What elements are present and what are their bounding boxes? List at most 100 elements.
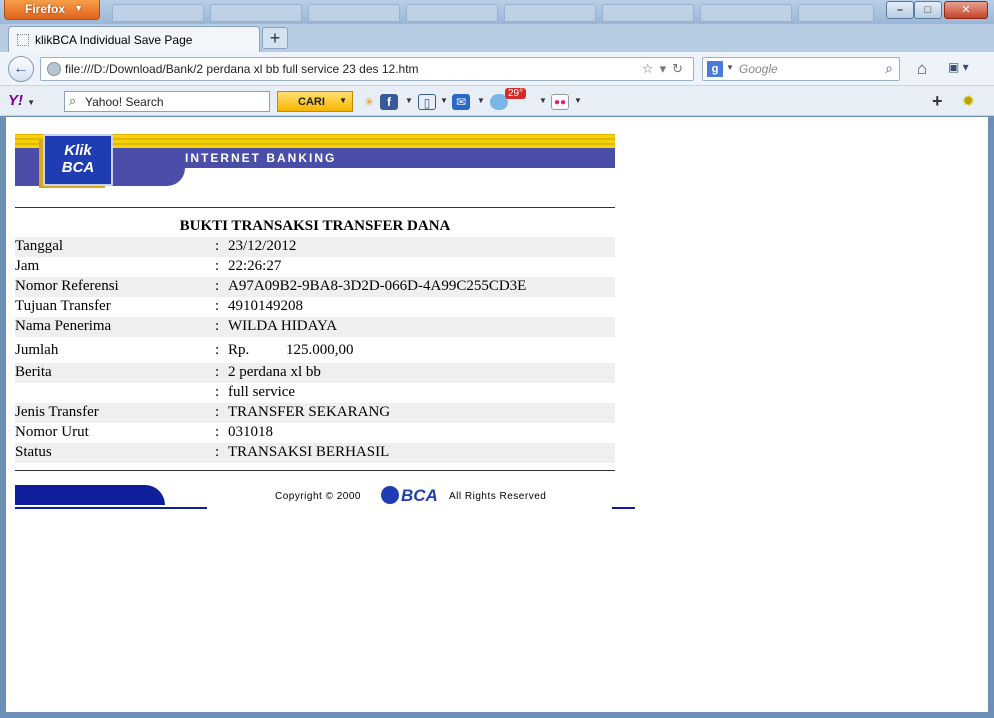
background-tab[interactable] — [798, 4, 874, 22]
row-value: 22:26:27 — [228, 258, 282, 274]
row-colon: : — [215, 318, 220, 334]
background-tab[interactable] — [112, 4, 204, 22]
chevron-down-icon[interactable]: ▼ — [726, 63, 734, 72]
firefox-menu-button[interactable]: Firefox ▼ — [4, 0, 100, 20]
row-label: Berita — [15, 364, 52, 380]
bca-footer-logo: BCA — [381, 486, 438, 506]
page-favicon-icon — [17, 34, 29, 46]
row-value: Rp. 125.000,00 — [228, 342, 354, 359]
new-tab-button[interactable]: + — [262, 27, 288, 49]
address-bar[interactable]: file:///D:/Download/Bank/2 perdana xl bb… — [40, 57, 694, 81]
flickr-icon[interactable]: ●● — [551, 94, 569, 110]
table-row: Status : TRANSAKSI BERHASIL — [15, 443, 615, 463]
row-colon: : — [215, 364, 220, 380]
globe-icon — [47, 62, 61, 76]
table-row: Jenis Transfer : TRANSFER SEKARANG — [15, 403, 615, 423]
bca-mark-icon — [381, 486, 399, 504]
active-tab[interactable]: klikBCA Individual Save Page — [8, 26, 260, 52]
receipt-table: Tanggal : 23/12/2012 Jam : 22:26:27 Nomo… — [15, 237, 615, 463]
tab-title: klikBCA Individual Save Page — [35, 33, 193, 47]
background-tab[interactable] — [406, 4, 498, 22]
table-row: Tanggal : 23/12/2012 — [15, 237, 615, 257]
table-row: Jam : 22:26:27 — [15, 257, 615, 277]
close-window-button[interactable]: ✕ — [944, 1, 988, 19]
bca-footer: Copyright © 2000 BCA All Rights Reserved — [15, 483, 635, 509]
row-label: Jenis Transfer — [15, 404, 99, 420]
row-value: full service — [228, 384, 296, 400]
table-row: Nama Penerima : WILDA HIDAYA — [15, 317, 615, 337]
chevron-down-icon[interactable]: ▼ — [574, 96, 582, 105]
row-colon: : — [215, 278, 220, 294]
logo-line1: Klik — [64, 142, 92, 159]
background-tab[interactable] — [210, 4, 302, 22]
facebook-icon[interactable]: f — [380, 94, 398, 110]
weather-temperature-badge: 29° — [505, 88, 527, 99]
logo-line2: BCA — [61, 159, 95, 176]
firefox-menu-label: Firefox — [25, 2, 66, 16]
gear-icon[interactable]: ✹ — [962, 92, 975, 110]
amount-value: 125.000,00 — [286, 342, 354, 358]
home-button[interactable]: ⌂ — [912, 59, 932, 79]
minimize-button[interactable]: – — [886, 1, 914, 19]
row-value: TRANSAKSI BERHASIL — [228, 444, 390, 460]
table-row: Berita : 2 perdana xl bb — [15, 363, 615, 383]
row-label: Jumlah — [15, 342, 59, 358]
row-value: 031018 — [228, 424, 273, 440]
row-label: Tujuan Transfer — [15, 298, 111, 314]
background-tab[interactable] — [308, 4, 400, 22]
google-icon[interactable]: g — [707, 61, 723, 77]
internet-banking-label: INTERNET BANKING — [185, 151, 337, 165]
row-colon: : — [215, 342, 220, 358]
chevron-down-icon[interactable]: ▼ — [477, 96, 485, 105]
news-icon[interactable]: ▯ — [418, 94, 436, 110]
background-tab[interactable] — [602, 4, 694, 22]
yahoo-search-value: Yahoo! Search — [85, 95, 164, 109]
table-row: Nomor Referensi : A97A09B2-9BA8-3D2D-066… — [15, 277, 615, 297]
search-box[interactable]: g ▼ Google ⌕ — [702, 57, 900, 81]
add-toolbar-button[interactable]: + — [932, 91, 943, 112]
divider — [15, 207, 615, 208]
footer-bar-block — [15, 485, 165, 505]
footer-bar — [15, 483, 207, 509]
row-label: Status — [15, 444, 52, 460]
receipt-title: BUKTI TRANSAKSI TRANSFER DANA — [179, 218, 451, 234]
mail-icon[interactable]: ✉ — [452, 94, 470, 110]
row-colon: : — [215, 384, 220, 400]
row-colon: : — [215, 444, 220, 460]
table-row: : full service — [15, 383, 615, 403]
flash-icon[interactable]: ✳ — [360, 94, 378, 110]
chevron-down-icon[interactable]: ▼ — [539, 96, 547, 105]
row-label: Jam — [15, 258, 40, 274]
plus-icon: + — [269, 28, 281, 48]
background-tab[interactable] — [700, 4, 792, 22]
yahoo-logo-icon[interactable]: Y! ▼ — [8, 92, 42, 110]
row-value: TRANSFER SEKARANG — [228, 404, 391, 420]
row-label: Nama Penerima — [15, 318, 112, 334]
maximize-button[interactable]: □ — [914, 1, 942, 19]
chevron-down-icon: ▼ — [74, 3, 83, 13]
chevron-down-icon[interactable]: ▼ — [405, 96, 413, 105]
url-text: file:///D:/Download/Bank/2 perdana xl bb… — [65, 62, 419, 76]
row-colon: : — [215, 424, 220, 440]
bookmarks-menu-button[interactable]: ▣ ▾ — [948, 60, 978, 78]
search-icon[interactable]: ⌕ — [885, 60, 893, 77]
bookmark-star-icon[interactable]: ☆ — [642, 61, 660, 76]
row-value: A97A09B2-9BA8-3D2D-066D-4A99C255CD3E — [228, 278, 527, 294]
yahoo-toolbar: Y! ▼ ⌕ Yahoo! Search CARI ▼ ✳ f ▼ ▯ ▼ ✉ … — [0, 86, 994, 116]
reload-icon[interactable]: ↻ — [672, 61, 689, 76]
background-tab[interactable] — [504, 4, 596, 22]
row-colon: : — [215, 404, 220, 420]
yahoo-search-input[interactable]: ⌕ Yahoo! Search — [64, 91, 270, 112]
cari-button[interactable]: CARI ▼ — [277, 91, 353, 112]
back-button[interactable]: ← — [8, 56, 34, 82]
chevron-down-icon: ▼ — [339, 96, 347, 105]
search-icon: ⌕ — [69, 93, 77, 108]
navigation-bar: ← file:///D:/Download/Bank/2 perdana xl … — [0, 52, 994, 86]
copyright-text: Copyright © 2000 — [275, 491, 361, 502]
url-bar-actions: ☆▾↻ — [642, 61, 689, 77]
chevron-down-icon[interactable]: ▼ — [440, 96, 448, 105]
row-label: Nomor Urut — [15, 424, 89, 440]
row-value: 2 perdana xl bb — [228, 364, 321, 380]
table-row: Tujuan Transfer : 4910149208 — [15, 297, 615, 317]
dropdown-icon[interactable]: ▾ — [660, 61, 673, 76]
